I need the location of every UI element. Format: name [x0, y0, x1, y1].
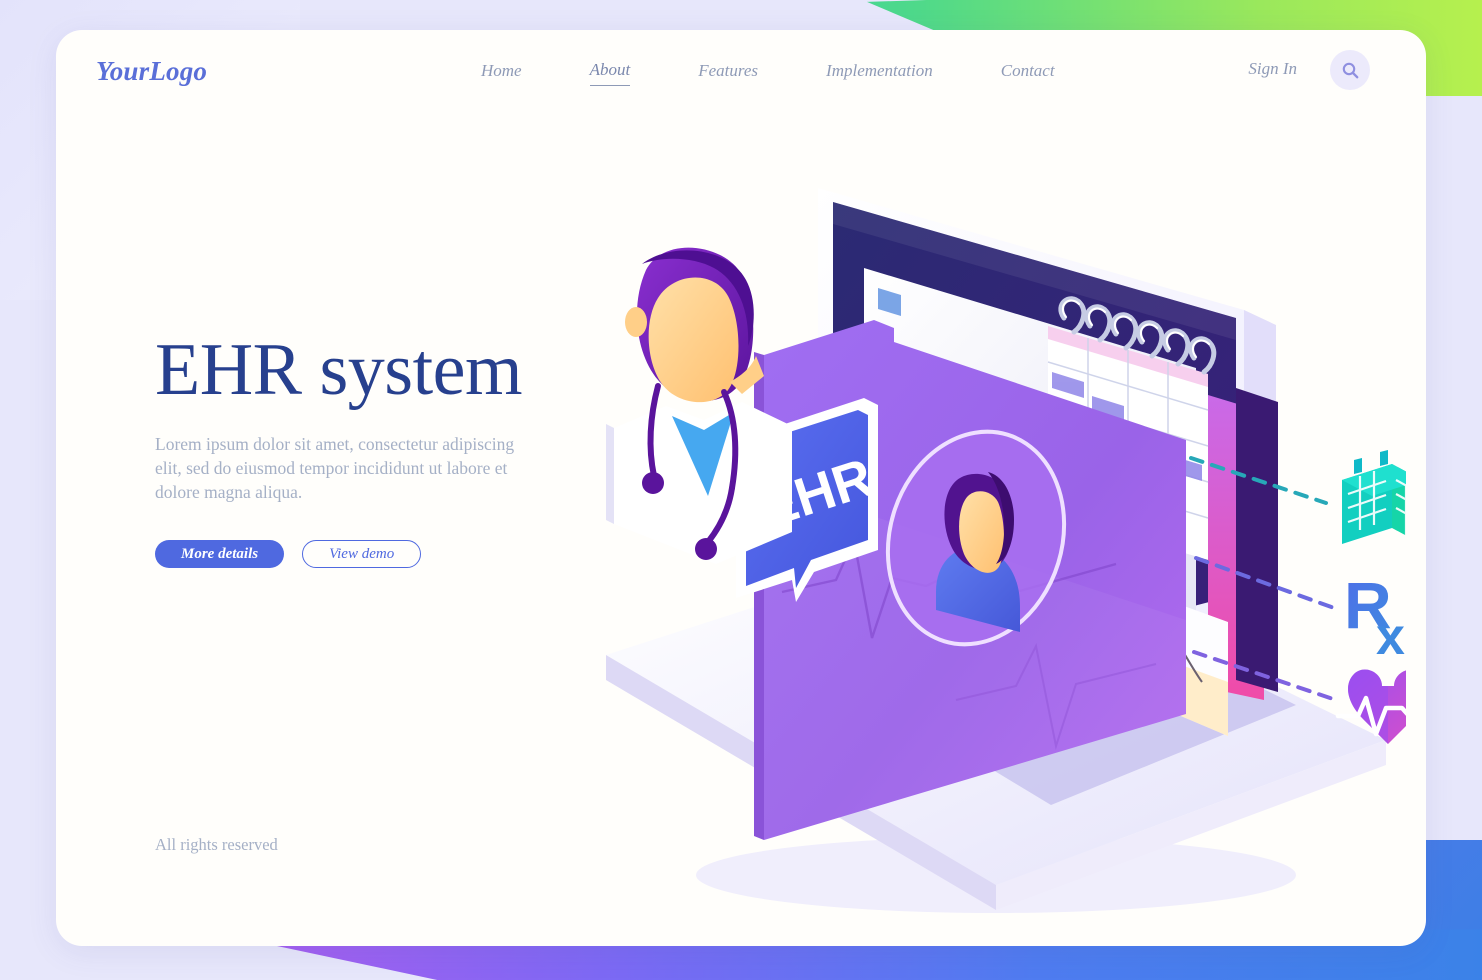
- nav-item-implementation[interactable]: Implementation: [826, 61, 933, 86]
- svg-text:x: x: [1376, 608, 1405, 666]
- doctor-ear: [625, 307, 647, 337]
- ehr-illustration: EHR R x: [596, 140, 1406, 930]
- rights-text: All rights reserved: [155, 835, 278, 854]
- sign-in-link[interactable]: Sign In: [1248, 59, 1297, 79]
- ehr-illustration-svg: EHR R x: [606, 188, 1406, 913]
- site-logo[interactable]: YourLogo: [96, 56, 207, 87]
- search-icon: [1342, 62, 1358, 78]
- doctor-face: [648, 277, 739, 403]
- nav-item-contact[interactable]: Contact: [1001, 61, 1055, 86]
- search-button[interactable]: [1330, 50, 1370, 90]
- more-details-button[interactable]: More details: [155, 540, 285, 568]
- nav-item-features[interactable]: Features: [698, 61, 758, 86]
- hero-section: EHR system Lorem ipsum dolor sit amet, c…: [155, 330, 635, 568]
- site-header: YourLogo Home About Features Implementat…: [56, 30, 1426, 118]
- hero-description: Lorem ipsum dolor sit amet, consectetur …: [155, 434, 515, 502]
- hero-button-row: More details View demo: [155, 540, 635, 568]
- landing-page: YourLogo Home About Features Implementat…: [0, 0, 1482, 980]
- stethoscope-bell-2: [695, 538, 717, 560]
- nav-item-about[interactable]: About: [589, 60, 631, 86]
- nav-item-home[interactable]: Home: [481, 61, 522, 86]
- main-nav: Home About Features Implementation Conta…: [481, 60, 1123, 86]
- icon-prescription: R x: [1344, 568, 1405, 666]
- view-demo-button[interactable]: View demo: [302, 540, 422, 568]
- page-card: YourLogo Home About Features Implementat…: [56, 30, 1426, 946]
- page-title: EHR system: [155, 329, 523, 411]
- icon-calendar: [1342, 450, 1406, 544]
- stethoscope-bell-1: [642, 472, 664, 494]
